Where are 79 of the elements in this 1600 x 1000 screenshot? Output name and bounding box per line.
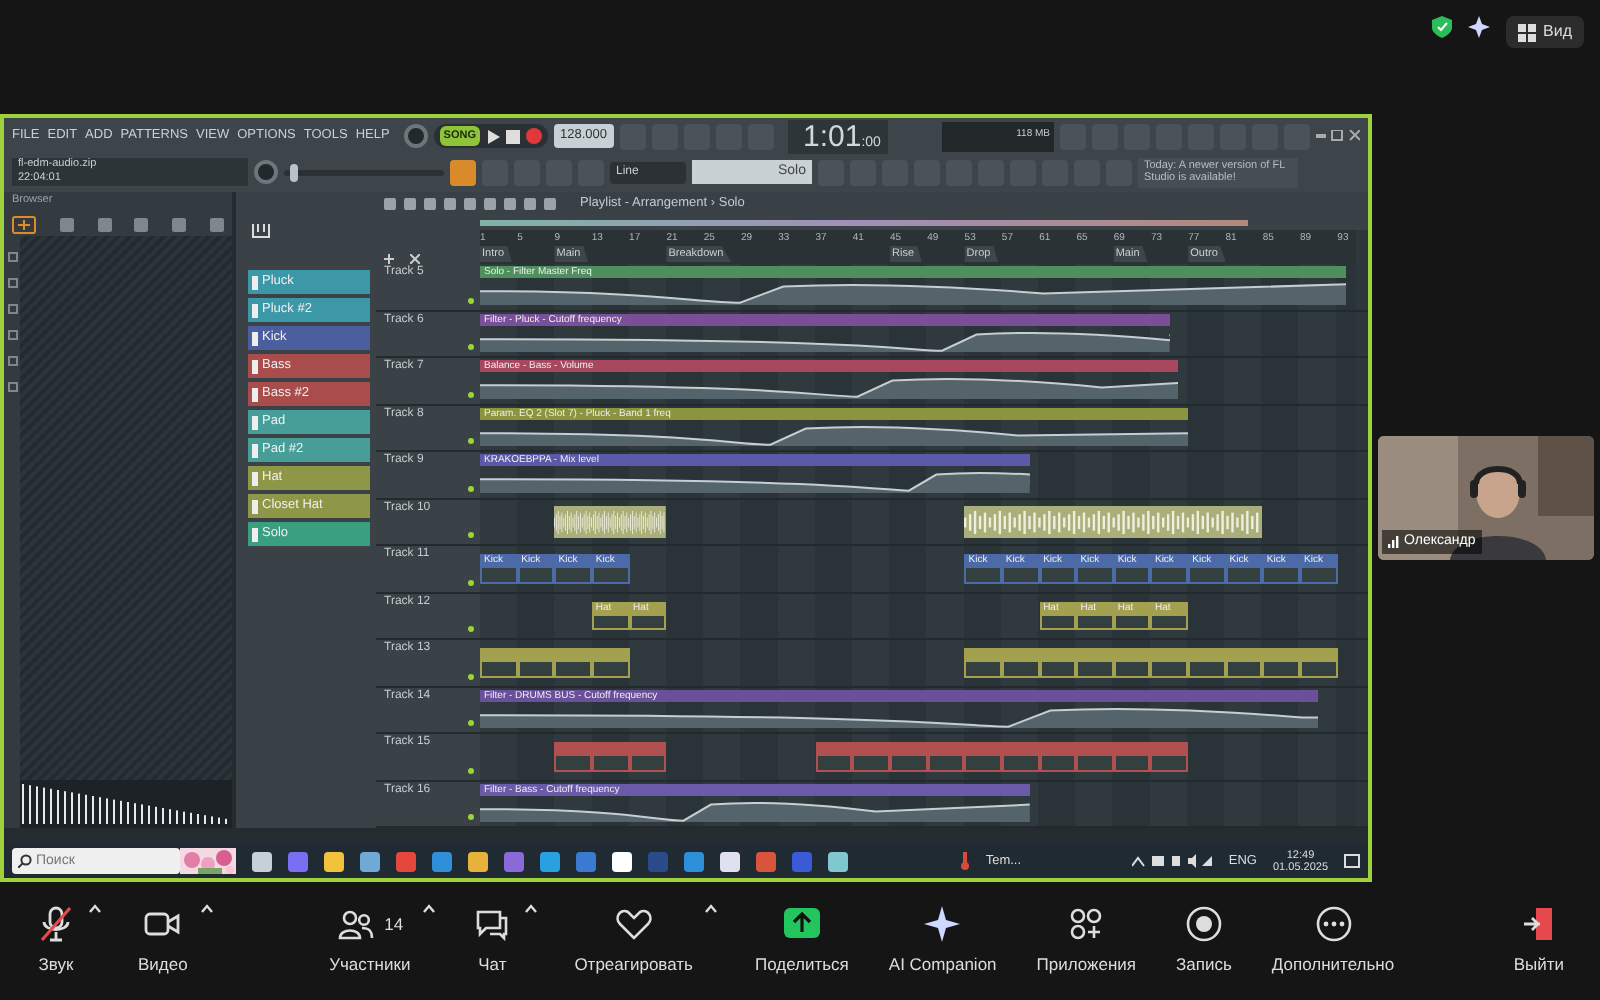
status-dot[interactable] bbox=[468, 297, 474, 303]
tab-icon[interactable] bbox=[134, 217, 149, 231]
pattern-clip[interactable] bbox=[629, 742, 667, 771]
toolbar-button[interactable]: Видео bbox=[134, 904, 192, 978]
sparkle-icon bbox=[922, 904, 963, 945]
status-dot[interactable] bbox=[468, 767, 474, 773]
caret-icon[interactable] bbox=[199, 904, 214, 915]
status-dot[interactable] bbox=[468, 438, 474, 444]
knob[interactable] bbox=[254, 160, 278, 184]
scrollbar[interactable] bbox=[4, 828, 1368, 844]
tab-icon[interactable] bbox=[172, 217, 187, 231]
knob[interactable] bbox=[403, 124, 428, 148]
audio-clip[interactable] bbox=[554, 505, 667, 538]
participant-count: 14 bbox=[384, 911, 404, 937]
pattern-clip[interactable] bbox=[1150, 742, 1189, 771]
status-dot[interactable] bbox=[468, 532, 474, 538]
status-dot[interactable] bbox=[468, 626, 474, 632]
time-main: 1:01 bbox=[803, 119, 862, 153]
signal-icon bbox=[1388, 535, 1400, 548]
overview-strip[interactable] bbox=[480, 214, 1368, 230]
piano-icon[interactable] bbox=[252, 223, 270, 237]
thermometer-icon bbox=[959, 852, 970, 870]
tab-icon[interactable] bbox=[209, 217, 224, 231]
pattern-clip[interactable] bbox=[554, 742, 592, 771]
caret-icon[interactable] bbox=[88, 904, 102, 915]
pattern-clip[interactable] bbox=[964, 648, 1002, 677]
grid-icon bbox=[1517, 23, 1536, 41]
caret-icon[interactable] bbox=[422, 904, 437, 915]
window-controls-icon[interactable] bbox=[1316, 130, 1360, 142]
plus-icon[interactable] bbox=[12, 215, 36, 233]
heart-icon bbox=[613, 904, 654, 945]
apps-icon bbox=[1066, 904, 1107, 945]
mute-button[interactable]: Звук bbox=[32, 904, 80, 978]
more-icon bbox=[1313, 904, 1353, 945]
folder-icon[interactable] bbox=[7, 382, 17, 392]
slider-thumb[interactable] bbox=[290, 163, 299, 181]
status-dot[interactable] bbox=[468, 485, 474, 491]
caret-icon[interactable] bbox=[524, 904, 539, 915]
add-icon[interactable] bbox=[384, 254, 394, 264]
folder-icon[interactable] bbox=[7, 278, 17, 288]
toolbar-button[interactable]: Чат bbox=[468, 904, 517, 978]
folder-icon[interactable] bbox=[7, 304, 17, 314]
toolbar-button[interactable]: Выйти bbox=[1509, 904, 1568, 978]
record-icon bbox=[1183, 904, 1224, 945]
tray-icons[interactable] bbox=[1132, 854, 1213, 868]
toolbar-button[interactable]: Дополнительно bbox=[1267, 904, 1399, 978]
toolbar-button[interactable]: Отреагировать bbox=[570, 904, 697, 978]
status-dot[interactable] bbox=[468, 344, 474, 350]
audio-clip[interactable] bbox=[964, 505, 1263, 538]
pattern-clip[interactable] bbox=[815, 742, 853, 771]
record-icon[interactable] bbox=[526, 128, 542, 144]
view-button[interactable]: Вид bbox=[1505, 16, 1584, 48]
status-dot[interactable] bbox=[468, 814, 474, 820]
folder-icon[interactable] bbox=[7, 356, 17, 366]
tab-icon[interactable] bbox=[59, 217, 74, 231]
toolbar-button[interactable] bbox=[450, 159, 476, 185]
toolbar-button[interactable]: Приложения bbox=[1032, 904, 1141, 978]
close-icon[interactable] bbox=[410, 254, 420, 264]
toolbar-button[interactable]: Поделиться bbox=[750, 904, 853, 978]
sparkle-icon[interactable] bbox=[1467, 16, 1490, 38]
search-icon bbox=[18, 854, 32, 868]
folder-icon[interactable] bbox=[7, 330, 17, 340]
pattern-clip[interactable] bbox=[591, 648, 630, 677]
folder-icon[interactable] bbox=[7, 252, 17, 262]
toolbar-button[interactable]: AI Companion bbox=[884, 904, 1001, 978]
status-dot[interactable] bbox=[468, 720, 474, 726]
status-dot[interactable] bbox=[468, 391, 474, 397]
caret-icon[interactable] bbox=[704, 904, 719, 915]
toolbar-button[interactable]: Запись bbox=[1172, 904, 1236, 978]
notification-icon[interactable] bbox=[1344, 853, 1361, 869]
stop-icon[interactable] bbox=[506, 129, 520, 143]
tab-icon[interactable] bbox=[97, 217, 112, 231]
pattern-clip[interactable] bbox=[480, 648, 518, 677]
play-icon[interactable] bbox=[486, 129, 500, 143]
shield-icon[interactable] bbox=[1431, 16, 1452, 38]
status-dot[interactable] bbox=[468, 673, 474, 679]
toolbar-button[interactable]: 14 Участники bbox=[325, 904, 415, 978]
pattern-clip[interactable] bbox=[1300, 648, 1338, 677]
status-dot[interactable] bbox=[468, 579, 474, 585]
